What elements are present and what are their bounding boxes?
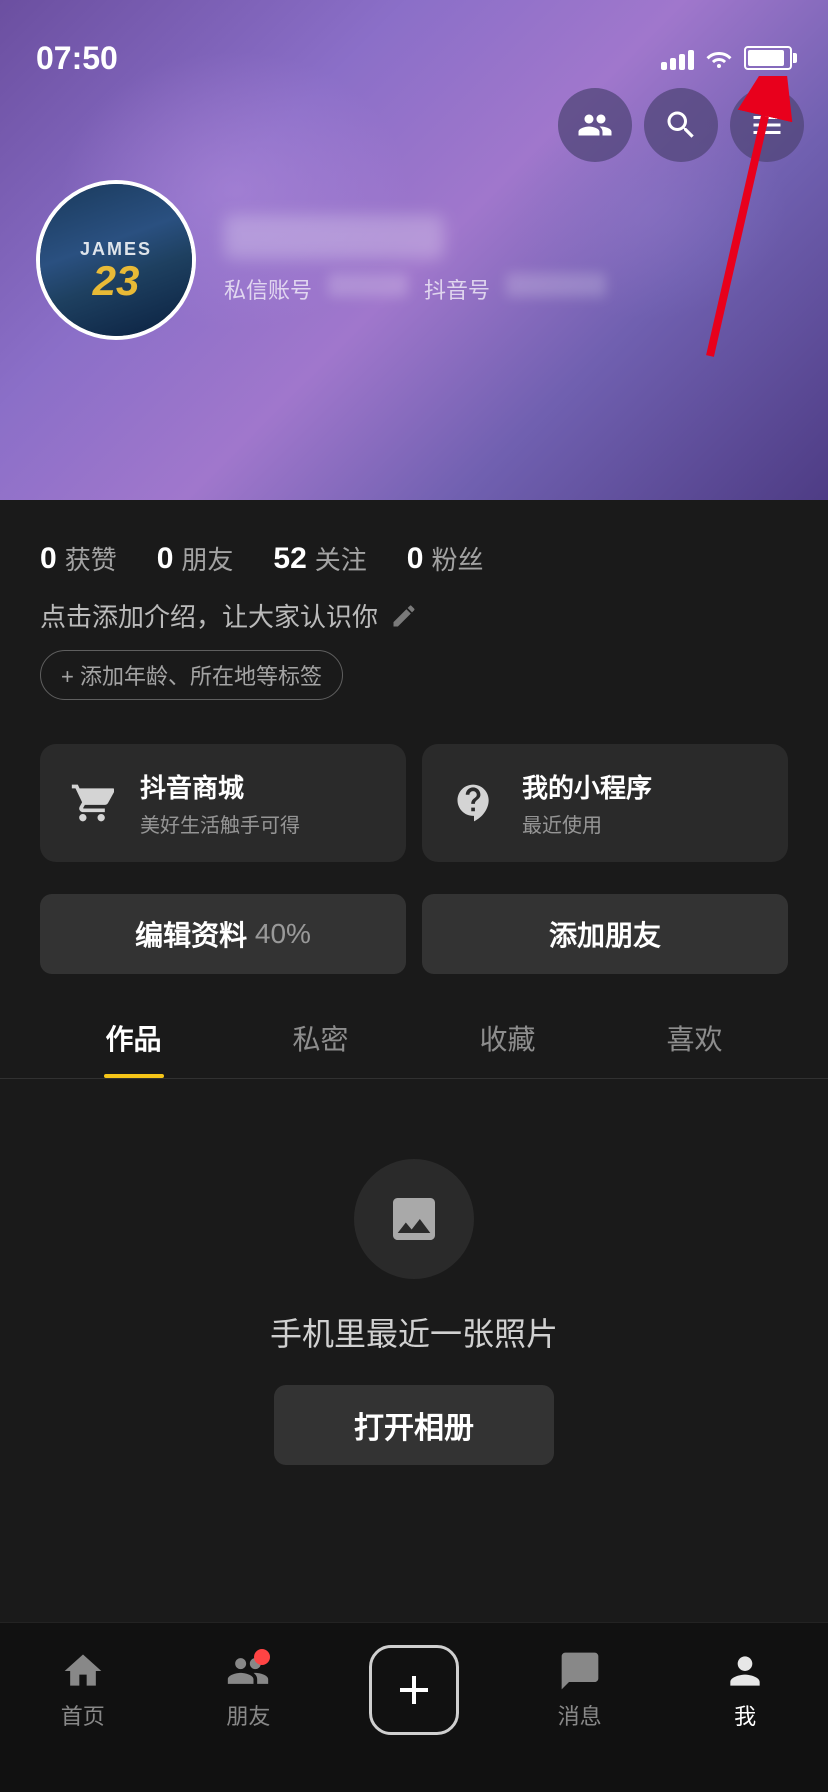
friends-button[interactable] [558, 88, 632, 162]
bottom-nav: 首页 朋友 消息 我 [0, 1622, 828, 1792]
status-time: 07:50 [36, 40, 118, 77]
following-label: 关注 [315, 540, 367, 577]
nav-profile-label: 我 [734, 1699, 756, 1731]
edit-bio-icon [390, 602, 418, 630]
likes-label: 获赞 [65, 540, 117, 577]
stats-row: 0 获赞 0 朋友 52 关注 0 粉丝 [0, 500, 828, 597]
likes-count: 0 [40, 542, 57, 576]
friends-icon [577, 107, 613, 143]
tab-favorites[interactable]: 收藏 [414, 998, 601, 1078]
avatar-image: JAMES 23 [40, 184, 192, 336]
nav-profile[interactable]: 我 [685, 1649, 805, 1731]
add-tags-button[interactable]: + 添加年龄、所在地等标签 [40, 650, 343, 700]
douyin-mall-title: 抖音商城 [140, 768, 300, 805]
mini-app-subtitle: 最近使用 [522, 809, 652, 838]
friends-label: 朋友 [181, 540, 233, 577]
avatar[interactable]: JAMES 23 [36, 180, 196, 340]
nav-messages-label: 消息 [558, 1699, 602, 1731]
tab-works[interactable]: 作品 [40, 998, 227, 1078]
open-album-button[interactable]: 打开相册 [274, 1385, 554, 1465]
profile-id-row: 私信账号 抖音号 [224, 273, 792, 305]
photo-icon [386, 1191, 442, 1247]
add-friend-label: 添加朋友 [549, 914, 661, 954]
tab-favorites-label: 收藏 [479, 1024, 535, 1055]
empty-icon-circle [354, 1159, 474, 1279]
home-nav-icon [61, 1649, 105, 1693]
open-album-label: 打开相册 [354, 1403, 474, 1447]
mini-app-text: 我的小程序 最近使用 [522, 768, 652, 838]
status-bar: 07:50 [0, 0, 828, 88]
tab-private[interactable]: 私密 [227, 998, 414, 1078]
edit-profile-button[interactable]: 编辑资料 40% [40, 894, 406, 974]
action-buttons: 编辑资料 40% 添加朋友 [0, 886, 828, 998]
profile-section: JAMES 23 私信账号 抖音号 [0, 180, 828, 340]
id-blurred-2 [506, 273, 606, 297]
profile-nav-icon [723, 1649, 767, 1693]
douyin-id-label: 抖音号 [424, 273, 490, 305]
mini-app-card[interactable]: 我的小程序 最近使用 [422, 744, 788, 862]
friends-notification-dot [254, 1649, 270, 1665]
edit-profile-progress: 40% [255, 918, 311, 950]
nav-home[interactable]: 首页 [23, 1649, 143, 1731]
nav-home-label: 首页 [61, 1699, 105, 1731]
followers-label: 粉丝 [431, 540, 483, 577]
status-icons [661, 46, 792, 70]
wifi-icon [704, 46, 734, 70]
battery-icon [744, 46, 792, 70]
username-blurred [224, 215, 444, 259]
tabs-row: 作品 私密 收藏 喜欢 [0, 998, 828, 1079]
signal-icon [661, 46, 694, 70]
plus-icon [390, 1666, 438, 1714]
tab-private-label: 私密 [292, 1024, 348, 1055]
add-tags-label: + 添加年龄、所在地等标签 [61, 659, 322, 691]
profile-info: 私信账号 抖音号 [224, 215, 792, 305]
cart-icon [64, 775, 120, 831]
service-cards: 抖音商城 美好生活触手可得 我的小程序 最近使用 [0, 720, 828, 886]
tags-row: + 添加年龄、所在地等标签 [40, 650, 788, 700]
jersey-number: 23 [80, 260, 152, 302]
douyin-mall-card[interactable]: 抖音商城 美好生活触手可得 [40, 744, 406, 862]
stat-likes[interactable]: 0 获赞 [40, 540, 117, 577]
douyin-mall-text: 抖音商城 美好生活触手可得 [140, 768, 300, 838]
menu-button[interactable] [730, 88, 804, 162]
bio-placeholder: 点击添加介绍，让大家认识你 [40, 597, 378, 634]
menu-icon [749, 107, 785, 143]
douyin-mall-subtitle: 美好生活触手可得 [140, 809, 300, 838]
nav-friends[interactable]: 朋友 [188, 1649, 308, 1731]
add-friend-button[interactable]: 添加朋友 [422, 894, 788, 974]
tab-likes[interactable]: 喜欢 [601, 998, 788, 1078]
empty-title: 手机里最近一张照片 [270, 1309, 558, 1355]
bio-section: 点击添加介绍，让大家认识你 + 添加年龄、所在地等标签 [0, 597, 828, 720]
add-content-button[interactable] [369, 1645, 459, 1735]
stat-followers[interactable]: 0 粉丝 [407, 540, 484, 577]
nav-messages[interactable]: 消息 [520, 1649, 640, 1731]
followers-count: 0 [407, 542, 424, 576]
message-nav-icon [558, 1649, 602, 1693]
stat-following[interactable]: 52 关注 [273, 540, 366, 577]
tab-works-label: 作品 [105, 1024, 161, 1055]
nav-friends-label: 朋友 [226, 1699, 270, 1731]
nav-add[interactable] [354, 1645, 474, 1735]
following-count: 52 [273, 542, 306, 576]
empty-state: 手机里最近一张照片 打开相册 [0, 1079, 828, 1505]
id-blurred-1 [328, 273, 408, 297]
search-button[interactable] [644, 88, 718, 162]
private-account-label: 私信账号 [224, 273, 312, 305]
tab-likes-label: 喜欢 [666, 1024, 722, 1055]
edit-profile-label: 编辑资料 [135, 914, 247, 954]
miniapp-icon [446, 775, 502, 831]
content-area: 0 获赞 0 朋友 52 关注 0 粉丝 点击添加介绍，让大家认识你 + 添加年… [0, 500, 828, 1792]
stat-friends[interactable]: 0 朋友 [157, 540, 234, 577]
bio-text[interactable]: 点击添加介绍，让大家认识你 [40, 597, 788, 634]
top-actions [558, 88, 804, 162]
friends-count: 0 [157, 542, 174, 576]
mini-app-title: 我的小程序 [522, 768, 652, 805]
search-icon [663, 107, 699, 143]
